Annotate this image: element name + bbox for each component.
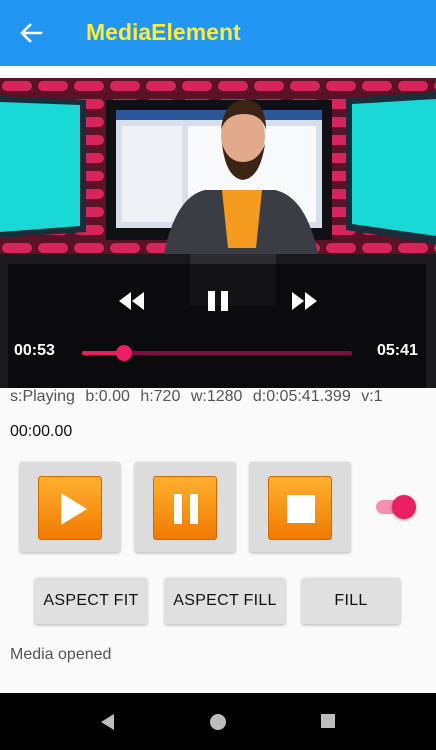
status-width: w:1280	[190, 388, 243, 405]
pause-icon	[153, 476, 217, 540]
play-button[interactable]	[20, 462, 120, 552]
seek-thumb[interactable]	[115, 345, 132, 361]
rewind-icon[interactable]	[116, 290, 146, 317]
player-controls	[8, 264, 426, 388]
status-volume: v:1	[361, 388, 383, 405]
back-arrow-icon[interactable]	[18, 20, 44, 46]
pause-button[interactable]	[135, 462, 235, 552]
overlay-pause-icon[interactable]	[206, 290, 230, 317]
nav-recents-icon[interactable]	[320, 713, 336, 734]
status-state: s:Playing	[10, 388, 75, 405]
spacer	[0, 66, 436, 78]
system-nav-bar	[0, 693, 436, 750]
fast-forward-icon[interactable]	[290, 290, 320, 317]
aspect-fit-button[interactable]: ASPECT FIT	[35, 578, 147, 624]
status-message: Media opened	[10, 646, 112, 663]
toggle-knob	[392, 495, 416, 519]
status-height: h:720	[140, 388, 181, 405]
current-time: 00:53	[14, 342, 55, 359]
stop-icon	[268, 476, 332, 540]
nav-home-icon[interactable]	[209, 713, 227, 736]
app-bar: MediaElement	[0, 0, 436, 66]
content-area: s:Playing b:0.00 h:720 w:1280 d:0:05:41.…	[0, 388, 436, 693]
position-text: 00:00.00	[10, 423, 73, 440]
duration-time: 05:41	[377, 342, 418, 359]
stop-button[interactable]	[250, 462, 350, 552]
page-title: MediaElement	[86, 19, 241, 45]
seek-bar[interactable]	[82, 345, 352, 361]
play-icon	[38, 476, 102, 540]
nav-back-icon[interactable]	[100, 713, 116, 736]
aspect-fill-button[interactable]: ASPECT FILL	[165, 578, 285, 624]
status-line: s:Playing b:0.00 h:720 w:1280 d:0:05:41.…	[10, 388, 389, 406]
fill-button[interactable]: FILL	[302, 578, 400, 624]
toggle-switch[interactable]	[376, 495, 416, 519]
status-buffering: b:0.00	[85, 388, 130, 405]
status-duration: d:0:05:41.399	[252, 388, 351, 405]
video-player[interactable]: 00:53 05:41	[0, 78, 436, 388]
